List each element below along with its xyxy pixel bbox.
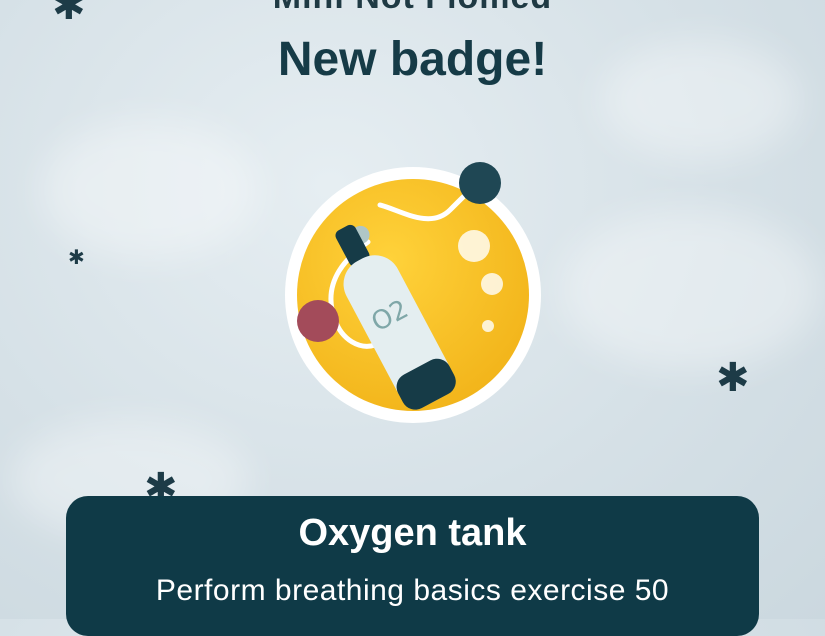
page-title: New badge!: [277, 33, 548, 86]
snowflake-icon: ✱: [68, 247, 85, 269]
snowflake-icon: ✱: [716, 356, 750, 400]
badge-title: Oxygen tank: [298, 512, 527, 554]
maroon-dot: [297, 300, 339, 342]
oxygen-tank-badge-icon: O2: [285, 162, 541, 423]
bubble: [481, 273, 503, 295]
badge-description: Perform breathing basics exercise 50: [155, 574, 670, 607]
oxygen-tank-badge: O2: [280, 160, 550, 430]
teal-dot: [459, 162, 501, 204]
frost-texture: [560, 210, 820, 370]
bubble: [482, 320, 494, 332]
frost-texture: [40, 120, 260, 260]
previous-title-text: Mini Not Flomed: [0, 0, 825, 17]
bubble: [458, 230, 490, 262]
badge-info-card: Oxygen tank Perform breathing basics exe…: [66, 496, 759, 636]
